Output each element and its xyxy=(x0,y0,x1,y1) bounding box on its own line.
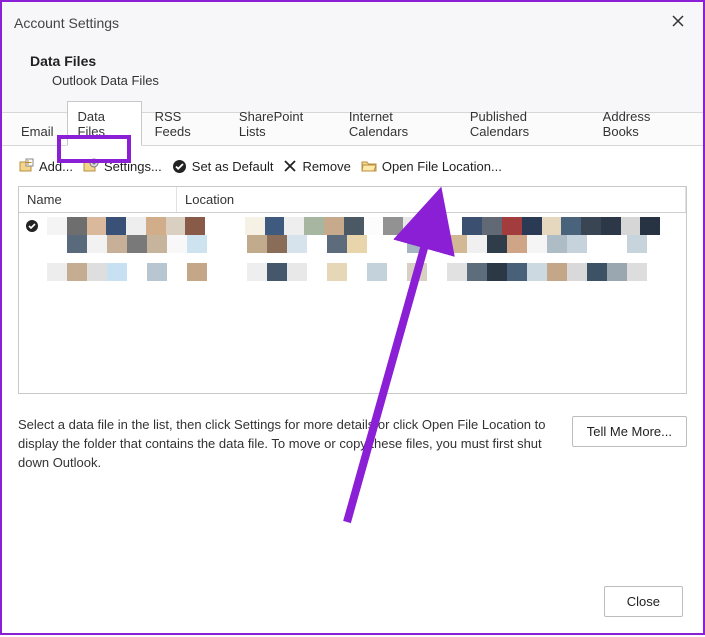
remove-icon xyxy=(283,159,297,173)
settings-button[interactable]: Settings... xyxy=(83,158,162,174)
add-button[interactable]: Add... xyxy=(18,158,73,174)
table-row[interactable] xyxy=(47,263,680,281)
redacted-rows xyxy=(47,217,680,281)
tab-published-calendars[interactable]: Published Calendars xyxy=(459,101,590,146)
open-file-location-button[interactable]: Open File Location... xyxy=(361,159,502,174)
add-icon xyxy=(18,158,34,174)
tab-data-files[interactable]: Data Files xyxy=(67,101,142,146)
close-button[interactable]: Close xyxy=(604,586,683,617)
tell-me-more-button[interactable]: Tell Me More... xyxy=(572,416,687,447)
tabstrip: Email Data Files RSS Feeds SharePoint Li… xyxy=(2,112,703,146)
open-file-location-label: Open File Location... xyxy=(382,159,502,174)
data-files-table: Name Location xyxy=(18,186,687,394)
column-location[interactable]: Location xyxy=(177,187,686,212)
table-row[interactable] xyxy=(47,217,680,235)
set-default-button[interactable]: Set as Default xyxy=(172,159,274,174)
table-header: Name Location xyxy=(19,187,686,213)
default-indicator-icon xyxy=(25,219,39,236)
description-text: Select a data file in the list, then cli… xyxy=(18,416,560,473)
window-title: Account Settings xyxy=(14,15,119,31)
tab-internet-calendars[interactable]: Internet Calendars xyxy=(338,101,457,146)
settings-icon xyxy=(83,158,99,174)
folder-open-icon xyxy=(361,159,377,173)
column-name[interactable]: Name xyxy=(19,187,177,212)
tab-address-books[interactable]: Address Books xyxy=(592,101,693,146)
add-label: Add... xyxy=(39,159,73,174)
set-default-label: Set as Default xyxy=(192,159,274,174)
tab-rss-feeds[interactable]: RSS Feeds xyxy=(144,101,226,146)
tab-email[interactable]: Email xyxy=(10,116,65,146)
table-row[interactable] xyxy=(47,235,680,253)
check-circle-icon xyxy=(172,159,187,174)
tab-sharepoint-lists[interactable]: SharePoint Lists xyxy=(228,101,336,146)
close-icon[interactable] xyxy=(665,10,691,35)
page-subtitle: Outlook Data Files xyxy=(30,69,683,88)
settings-label: Settings... xyxy=(104,159,162,174)
page-title: Data Files xyxy=(30,53,683,69)
remove-label: Remove xyxy=(302,159,350,174)
remove-button[interactable]: Remove xyxy=(283,159,350,174)
toolbar: Add... Settings... Set as Default Remove… xyxy=(2,146,703,186)
